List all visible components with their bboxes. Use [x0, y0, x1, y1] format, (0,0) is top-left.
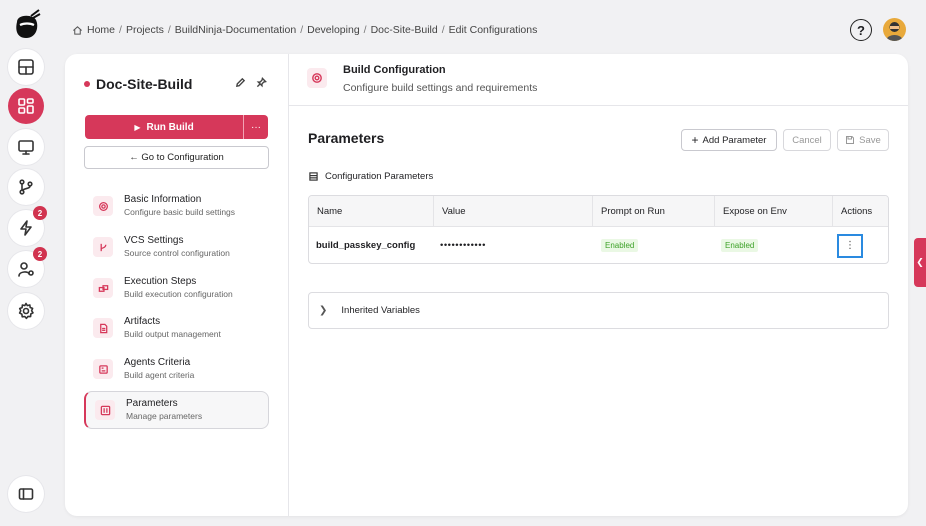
list-icon: [309, 172, 318, 181]
breadcrumb-project[interactable]: BuildNinja-Documentation: [175, 24, 296, 36]
notification-badge: 2: [33, 247, 47, 261]
pin-icon[interactable]: [256, 77, 267, 88]
rail-vcs-button[interactable]: [8, 169, 44, 205]
inherited-variables-label: Inherited Variables: [341, 305, 420, 316]
play-icon: ▶: [134, 122, 141, 132]
table-row: build_passkey_config •••••••••••• Enable…: [309, 227, 888, 263]
config-sidebar: Doc-Site-Build ▶ Run Build ··· ← Go to C…: [65, 54, 289, 516]
column-header-actions: Actions: [841, 206, 873, 217]
save-button[interactable]: Save: [837, 129, 889, 151]
breadcrumb: Home / Projects / BuildNinja-Documentation…: [72, 24, 537, 36]
breadcrumb-current: Edit Configurations: [448, 24, 538, 36]
expose-status-badge: Enabled: [721, 239, 759, 252]
steps-icon: [98, 284, 108, 292]
gear-icon: [312, 73, 322, 83]
user-settings-icon: [18, 262, 34, 277]
breadcrumb-home[interactable]: Home: [87, 24, 115, 36]
parameter-name: build_passkey_config: [316, 240, 416, 251]
sidebar-item-agents-criteria[interactable]: Agents Criteria Build agent criteria: [84, 350, 269, 388]
projects-grid-icon: [18, 98, 34, 114]
pane-title: Build Configuration: [343, 64, 446, 76]
pane-header: Build Configuration Configure build sett…: [289, 54, 908, 106]
document-icon: [99, 323, 107, 333]
edit-icon[interactable]: [235, 77, 246, 88]
inherited-variables-accordion[interactable]: ❯ Inherited Variables: [308, 292, 889, 329]
configuration-parameters-heading: Configuration Parameters: [309, 171, 433, 182]
rail-sidebar-toggle-button[interactable]: [8, 476, 44, 512]
sidebar-item-vcs-settings[interactable]: VCS Settings Source control configuration: [84, 228, 269, 266]
section-title: Parameters: [308, 130, 385, 146]
gear-icon: [98, 201, 108, 211]
help-icon[interactable]: ?: [850, 19, 872, 41]
run-build-button[interactable]: ▶ Run Build ···: [85, 115, 268, 139]
table-header: Name Value Prompt on Run Expose on Env A…: [309, 196, 888, 227]
column-header-prompt: Prompt on Run: [593, 196, 715, 227]
column-header-value: Value: [434, 196, 593, 227]
ninja-logo-icon[interactable]: [11, 8, 41, 42]
pane-subtitle: Configure build settings and requirement…: [343, 82, 538, 94]
sidebar-toggle-icon: [18, 488, 34, 500]
rail-users-button[interactable]: 2: [8, 247, 47, 287]
gear-icon: [18, 302, 34, 320]
prompt-status-badge: Enabled: [601, 239, 639, 252]
left-rail: 2 2: [0, 0, 52, 526]
column-header-expose: Expose on Env: [715, 196, 833, 227]
sidebar-item-artifacts[interactable]: Artifacts Build output management: [84, 309, 269, 347]
parameters-icon: [100, 405, 110, 415]
git-branch-icon: [19, 179, 33, 195]
rail-builds-button[interactable]: 2: [8, 206, 47, 246]
collapse-panel-tab[interactable]: ❮: [914, 238, 926, 287]
cancel-button[interactable]: Cancel: [783, 129, 831, 151]
lightning-icon: [20, 220, 32, 236]
column-header-name: Name: [309, 196, 434, 227]
sidebar-item-basic-information[interactable]: Basic Information Configure basic build s…: [84, 187, 269, 225]
chevron-right-icon: ❯: [319, 305, 328, 316]
sidebar-item-parameters[interactable]: Parameters Manage parameters: [84, 391, 269, 429]
dashboard-icon: [18, 59, 34, 75]
monitor-icon: [18, 140, 34, 155]
parameters-table: Name Value Prompt on Run Expose on Env A…: [308, 195, 889, 264]
avatar[interactable]: [883, 18, 906, 41]
rail-dashboard-button[interactable]: [8, 49, 44, 85]
run-build-label: Run Build: [146, 121, 194, 133]
rail-monitor-button[interactable]: [8, 129, 44, 165]
run-options-button[interactable]: ···: [243, 115, 268, 139]
plus-icon: +: [691, 133, 699, 147]
git-branch-icon: [100, 243, 106, 251]
rail-settings-button[interactable]: [8, 293, 44, 329]
row-actions-button[interactable]: ⋮: [837, 233, 863, 258]
parameter-value: ••••••••••••: [440, 240, 486, 251]
status-dot: [84, 81, 90, 87]
sidebar-item-execution-steps[interactable]: Execution Steps Build execution configura…: [84, 269, 269, 307]
build-title: Doc-Site-Build: [96, 76, 193, 92]
breadcrumb-developing[interactable]: Developing: [307, 24, 360, 36]
chevron-left-icon: ❮: [916, 257, 924, 267]
avatar-icon: [886, 22, 903, 41]
go-to-configuration-button[interactable]: ← Go to Configuration: [84, 146, 269, 169]
save-icon: [846, 136, 855, 144]
home-icon: [73, 25, 82, 35]
main-card: Doc-Site-Build ▶ Run Build ··· ← Go to C…: [65, 54, 908, 516]
agent-icon: [98, 364, 108, 374]
notification-badge: 2: [33, 206, 47, 220]
rail-projects-button[interactable]: [8, 88, 44, 124]
add-parameter-button[interactable]: + Add Parameter: [681, 129, 777, 151]
breadcrumb-projects[interactable]: Projects: [126, 24, 164, 36]
breadcrumb-build[interactable]: Doc-Site-Build: [371, 24, 438, 36]
